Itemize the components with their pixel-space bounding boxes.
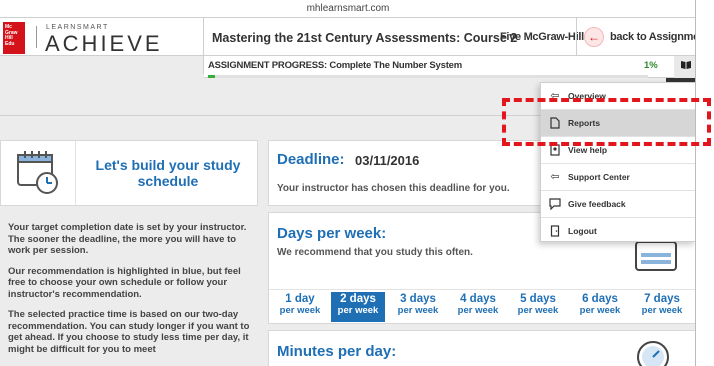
book-icon[interactable] xyxy=(674,56,695,78)
clock-icon xyxy=(637,341,669,366)
account-name[interactable]: Five McGraw-Hill xyxy=(500,31,584,43)
instructions-paragraph-1: Your target completion date is set by yo… xyxy=(8,222,247,256)
header-divider xyxy=(576,18,577,56)
assignment-progress: ASSIGNMENT PROGRESS: Complete The Number… xyxy=(204,56,695,78)
back-to-assignments-link[interactable]: back to Assignments xyxy=(610,31,695,43)
card-divider xyxy=(75,141,76,205)
minutes-per-day-panel: Minutes per day: xyxy=(268,330,695,366)
brand-learnsmart: LEARNSMART xyxy=(46,24,109,31)
day-option-5[interactable]: 5 days per week xyxy=(511,290,565,326)
days-per-week-options: 1 day per week 2 days per week 3 days per w… xyxy=(269,289,695,326)
browser-frame: mhlearnsmart.com Mc Graw Hill Edu LEARNSMAR… xyxy=(0,0,696,366)
progress-percent: 1% xyxy=(644,60,658,71)
day-option-3[interactable]: 3 days per week xyxy=(391,290,445,326)
app-header: Mc Graw Hill Edu LEARNSMART ACHIEVE Masteri… xyxy=(0,18,695,56)
day-option-7[interactable]: 7 days per week xyxy=(635,290,689,326)
minutes-per-day-label: Minutes per day: xyxy=(277,343,397,360)
day-option-1[interactable]: 1 day per week xyxy=(273,290,327,326)
menu-item-view-help[interactable]: View help xyxy=(541,137,695,164)
day-option-4[interactable]: 4 days per week xyxy=(451,290,505,326)
mcgraw-hill-logo: Mc Graw Hill Edu xyxy=(3,22,25,54)
brand-achieve: ACHIEVE xyxy=(45,31,163,56)
calendar-clock-icon xyxy=(17,151,58,194)
menu-item-support-center[interactable]: ⇦ Support Center xyxy=(541,164,695,191)
menu-item-overview[interactable]: ⇦ Overview xyxy=(541,83,695,110)
instructions-paragraph-3: The selected practice time is based on o… xyxy=(8,309,250,355)
brand-divider xyxy=(36,26,37,48)
deadline-label: Deadline: xyxy=(277,151,345,168)
account-menu: ⇦ Overview Reports View help ⇦ Support C… xyxy=(540,82,695,245)
arrow-left-outline-icon: ⇦ xyxy=(550,90,560,102)
study-schedule-heading: Let's build your study schedule xyxy=(95,157,241,189)
menu-item-give-feedback[interactable]: Give feedback xyxy=(541,191,695,218)
calendar-icon xyxy=(635,241,677,271)
progress-label: ASSIGNMENT PROGRESS: Complete The Number… xyxy=(208,60,463,71)
menu-item-reports[interactable]: Reports xyxy=(541,110,695,137)
url-bar[interactable]: mhlearnsmart.com xyxy=(0,0,695,18)
day-option-6[interactable]: 6 days per week xyxy=(573,290,627,326)
arrow-left-outline-icon: ⇦ xyxy=(550,171,560,183)
arrow-left-icon[interactable]: ← xyxy=(584,27,604,47)
door-icon xyxy=(549,225,561,237)
instructions-text: Your target completion date is set by yo… xyxy=(8,222,260,364)
study-schedule-card: Let's build your study schedule xyxy=(0,140,258,206)
course-title: Mastering the 21st Century Assessments: … xyxy=(212,31,518,45)
instructions-paragraph-2: Our recommendation is highlighted in blu… xyxy=(8,265,241,300)
days-per-week-label: Days per week: xyxy=(277,225,387,242)
document-icon xyxy=(549,117,561,129)
help-icon xyxy=(549,144,561,156)
chat-bubble-icon xyxy=(549,198,561,211)
day-option-2[interactable]: 2 days per week xyxy=(331,292,385,322)
deadline-date: 03/11/2016 xyxy=(355,153,420,168)
deadline-note: Your instructor has chosen this deadline… xyxy=(277,183,510,194)
days-per-week-note: We recommend that you study this often. xyxy=(277,247,473,258)
menu-item-logout[interactable]: Logout xyxy=(541,218,695,245)
